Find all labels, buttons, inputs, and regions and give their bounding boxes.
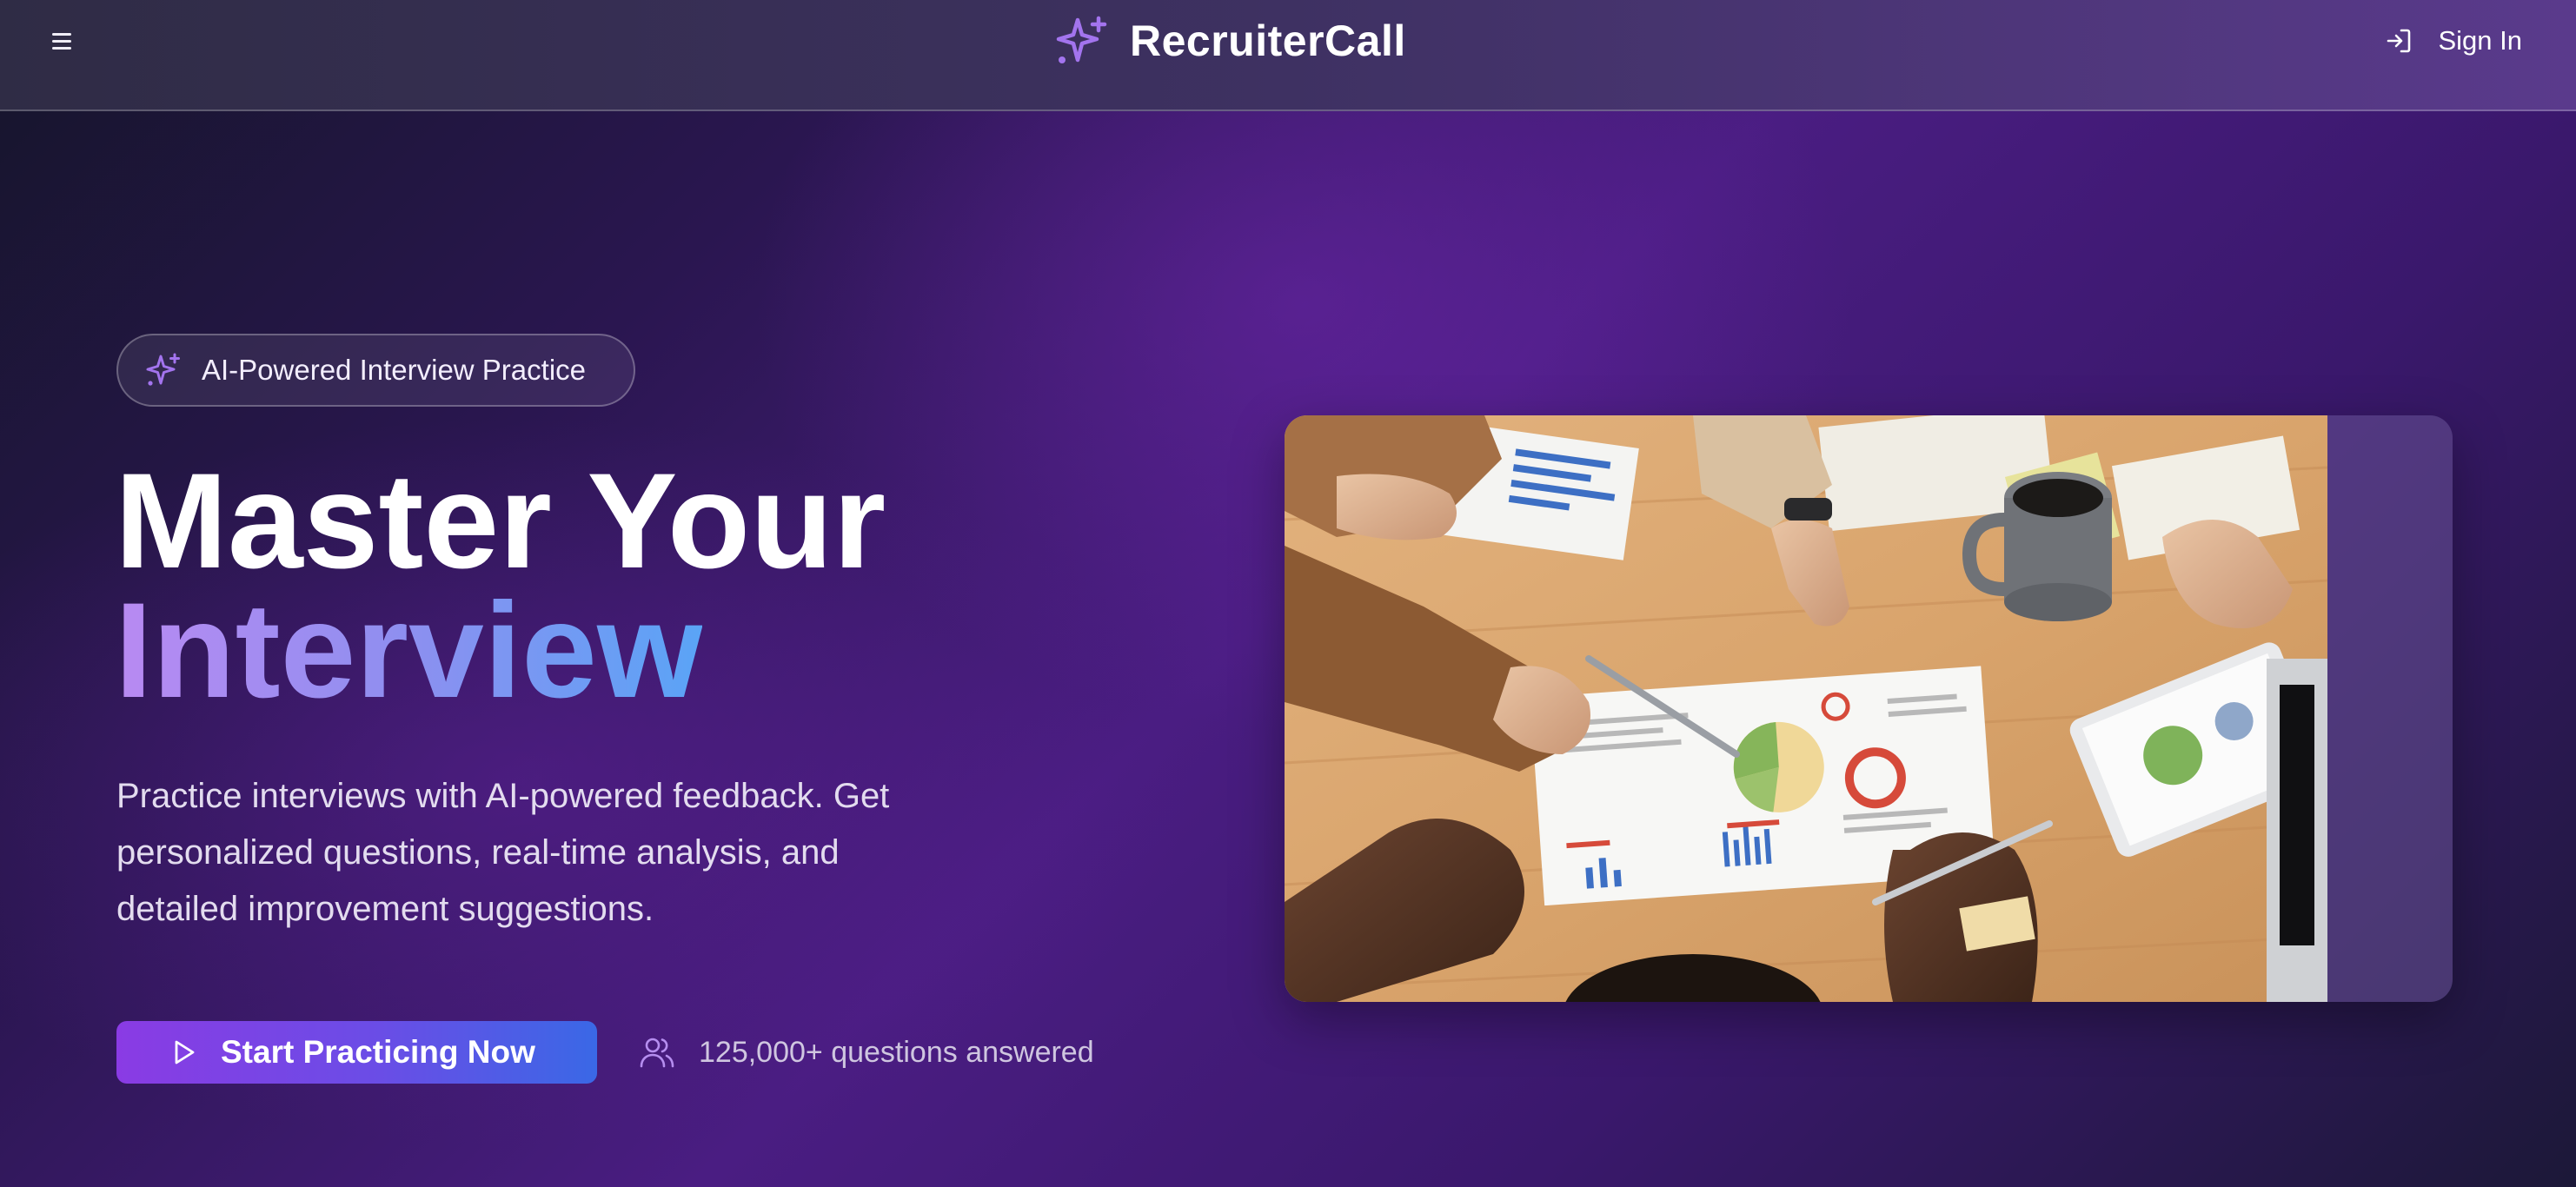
hero-title-line1: Master Your bbox=[115, 446, 886, 597]
hero-subtitle: Practice interviews with AI-powered feed… bbox=[116, 777, 890, 928]
sign-in-button[interactable]: Sign In bbox=[2384, 19, 2522, 63]
hero-image-card bbox=[1285, 415, 2453, 1002]
feature-badge-label: AI-Powered Interview Practice bbox=[202, 354, 587, 386]
top-nav-bar: RecruiterCall Sign In bbox=[0, 0, 2576, 111]
start-practicing-button[interactable]: Start Practicing Now bbox=[116, 1021, 597, 1084]
feature-badge: AI-Powered Interview Practice bbox=[116, 334, 635, 407]
hamburger-menu-icon[interactable] bbox=[47, 26, 76, 56]
questions-answered-label: 125,000+ questions answered bbox=[699, 1035, 1094, 1069]
users-icon bbox=[640, 1038, 674, 1068]
sparkles-icon bbox=[146, 353, 180, 386]
start-practicing-label: Start Practicing Now bbox=[221, 1034, 535, 1070]
sparkles-icon bbox=[1056, 16, 1107, 63]
brand-logo-link[interactable]: RecruiterCall bbox=[1053, 12, 1406, 70]
hero-title-line2: Interview bbox=[115, 575, 703, 726]
log-in-icon bbox=[2387, 29, 2411, 53]
brand-name: RecruiterCall bbox=[1130, 17, 1406, 65]
sign-in-label: Sign In bbox=[2438, 25, 2522, 56]
questions-answered-stat: 125,000+ questions answered bbox=[638, 1031, 1094, 1074]
play-icon bbox=[175, 1040, 195, 1064]
team-meeting-photo bbox=[1285, 415, 2327, 1002]
